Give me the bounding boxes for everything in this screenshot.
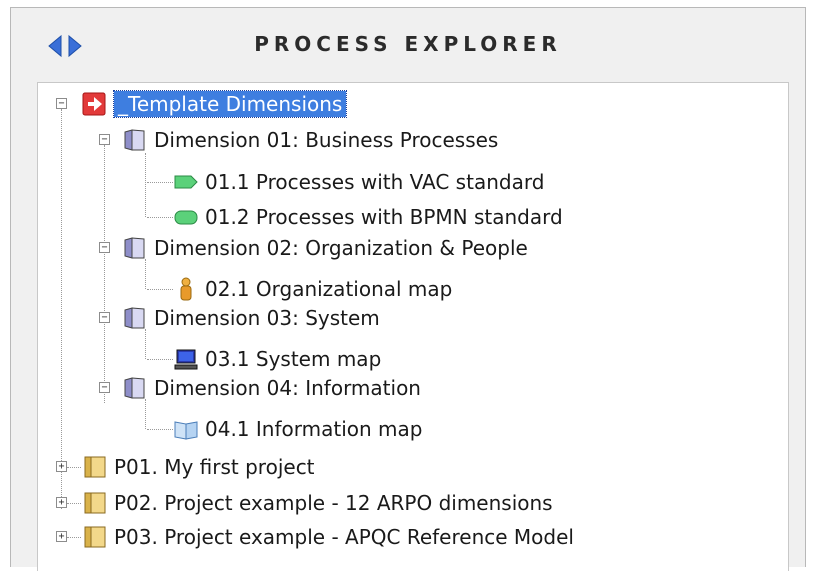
red-arrow-icon: [82, 91, 108, 117]
tree-node-label: 02.1 Organizational map: [205, 277, 453, 301]
tree-node-label: Dimension 01: Business Processes: [154, 128, 499, 152]
tree-node-04-1[interactable]: 04.1 Information map: [173, 412, 422, 446]
tree-node-label: Dimension 03: System: [154, 306, 380, 330]
folder-icon: [122, 235, 148, 261]
panel-header: PROCESS EXPLORER: [11, 8, 805, 80]
tree-node-label: 01.2 Processes with BPMN standard: [205, 205, 563, 229]
folder-icon: [122, 305, 148, 331]
tree-connector: [147, 289, 173, 290]
project-folder-icon: [82, 524, 108, 550]
tree-node-01-2[interactable]: 01.2 Processes with BPMN standard: [173, 200, 563, 234]
collapse-toggle-dimension-02[interactable]: −: [99, 242, 110, 253]
tree-connector: [147, 429, 173, 430]
expand-toggle-p01[interactable]: +: [56, 461, 67, 472]
book-icon: [173, 416, 199, 442]
tree-connector: [67, 503, 81, 504]
tree-node-label: P02. Project example - 12 ARPO dimension…: [114, 491, 553, 515]
panel-title: PROCESS EXPLORER: [254, 32, 562, 56]
folder-icon: [122, 375, 148, 401]
process-tree[interactable]: − _Template Dimensions − Dimension 01: B…: [37, 82, 789, 571]
expand-toggle-p02[interactable]: +: [56, 497, 67, 508]
tree-node-template-dimensions[interactable]: _Template Dimensions: [82, 87, 348, 121]
tree-node-01-1[interactable]: 01.1 Processes with VAC standard: [173, 165, 544, 199]
tree-connector: [147, 217, 173, 218]
tree-node-label: _Template Dimensions: [112, 90, 348, 118]
person-icon: [173, 276, 199, 302]
folder-icon: [122, 127, 148, 153]
tree-guide-root: [61, 109, 62, 509]
collapse-toggle-dimension-04[interactable]: −: [99, 382, 110, 393]
collapse-toggle-root[interactable]: −: [56, 98, 67, 109]
tree-connector: [67, 467, 81, 468]
tree-node-label: P01. My first project: [114, 455, 315, 479]
tree-node-dimension-04[interactable]: Dimension 04: Information: [122, 371, 421, 405]
tree-connector: [147, 359, 173, 360]
tree-node-label: Dimension 02: Organization & People: [154, 236, 528, 260]
tree-guide-level1: [104, 145, 105, 403]
tree-node-p01[interactable]: P01. My first project: [82, 450, 315, 484]
project-folder-icon: [82, 454, 108, 480]
tree-node-label: 04.1 Information map: [205, 417, 423, 441]
tree-node-label: Dimension 04: Information: [154, 376, 421, 400]
tree-node-dimension-02[interactable]: Dimension 02: Organization & People: [122, 231, 528, 265]
collapse-toggle-dimension-03[interactable]: −: [99, 312, 110, 323]
tree-node-dimension-03[interactable]: Dimension 03: System: [122, 301, 380, 335]
tree-connector: [67, 537, 81, 538]
collapse-toggle-dimension-01[interactable]: −: [99, 134, 110, 145]
project-folder-icon: [82, 490, 108, 516]
bpmn-shape-icon: [173, 204, 199, 230]
tree-node-p03[interactable]: P03. Project example - APQC Reference Mo…: [82, 520, 574, 554]
tree-node-label: 03.1 System map: [205, 347, 382, 371]
tree-node-label: P03. Project example - APQC Reference Mo…: [114, 525, 574, 549]
tree-node-p02[interactable]: P02. Project example - 12 ARPO dimension…: [82, 486, 553, 520]
tree-connector: [147, 182, 173, 183]
expand-toggle-p03[interactable]: +: [56, 531, 67, 542]
process-explorer-panel: PROCESS EXPLORER − _Template Dimensions …: [10, 7, 806, 571]
tree-guide-dim01: [145, 153, 146, 217]
tree-node-dimension-01[interactable]: Dimension 01: Business Processes: [122, 123, 498, 157]
vac-shape-icon: [173, 169, 199, 195]
tree-node-label: 01.1 Processes with VAC standard: [205, 170, 545, 194]
computer-icon: [173, 346, 199, 372]
